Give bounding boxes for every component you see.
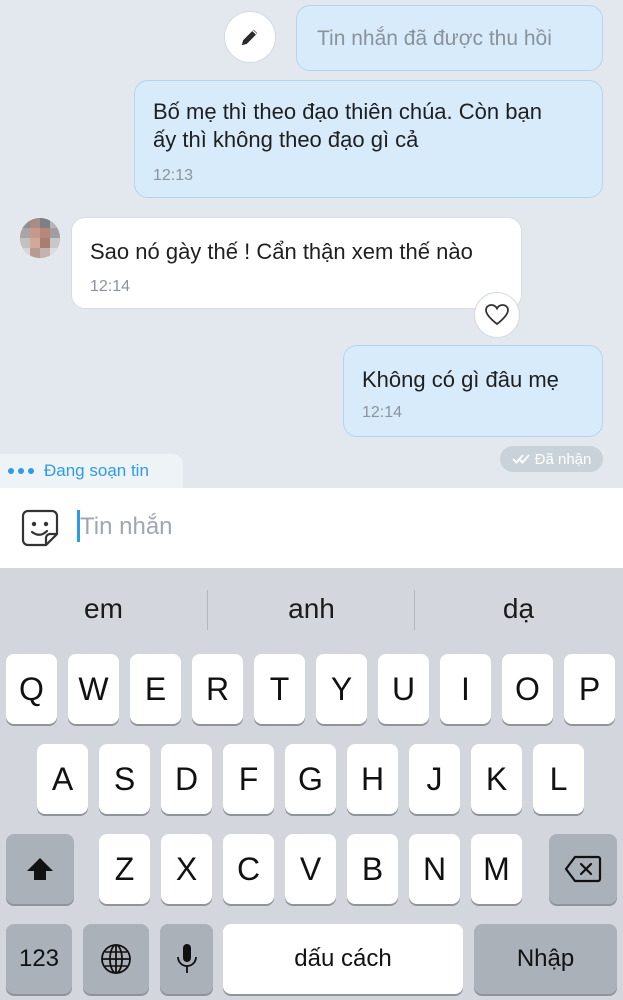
typing-dots-icon: [8, 468, 34, 474]
shift-icon: [27, 858, 53, 880]
avatar[interactable]: [20, 218, 60, 258]
edit-button[interactable]: [224, 11, 276, 63]
suggestion-item[interactable]: dạ: [415, 568, 622, 650]
microphone-icon: [176, 944, 197, 973]
globe-icon: [101, 944, 131, 974]
return-key[interactable]: Nhập: [474, 924, 617, 994]
message-text: Không có gì đâu mẹ: [362, 367, 559, 392]
key[interactable]: V: [285, 834, 336, 904]
message-text: Sao nó gày thế ! Cẩn thận xem thế nào: [90, 239, 473, 264]
suggestion-item[interactable]: anh: [208, 568, 415, 650]
space-key[interactable]: dấu cách: [223, 924, 463, 994]
typing-indicator: Đang soạn tin: [0, 454, 183, 488]
key[interactable]: A: [37, 744, 88, 814]
key[interactable]: N: [409, 834, 460, 904]
message-bubble[interactable]: Không có gì đâu mẹ 12:14: [343, 345, 603, 437]
key[interactable]: H: [347, 744, 398, 814]
recalled-text: Tin nhắn đã được thu hồi: [317, 27, 552, 50]
message-time: 12:14: [362, 404, 403, 421]
key[interactable]: T: [254, 654, 305, 724]
shift-key[interactable]: [6, 834, 74, 904]
key[interactable]: B: [347, 834, 398, 904]
key[interactable]: J: [409, 744, 460, 814]
message-time: 12:14: [90, 278, 131, 295]
keyboard: em anh dạ Q W E R T Y U I O P A S D F G …: [0, 568, 623, 1000]
typing-label: Đang soạn tin: [44, 461, 149, 480]
key[interactable]: S: [99, 744, 150, 814]
key[interactable]: F: [223, 744, 274, 814]
sticker-face-icon: [21, 509, 59, 547]
react-button[interactable]: [474, 292, 520, 338]
dictation-key[interactable]: [160, 924, 213, 994]
sticker-button[interactable]: [20, 508, 60, 548]
pencil-icon: [241, 29, 258, 46]
backspace-key[interactable]: [549, 834, 617, 904]
status-badge: Đã nhận: [500, 446, 603, 472]
key[interactable]: W: [68, 654, 119, 724]
key[interactable]: I: [440, 654, 491, 724]
suggestion-bar: em anh dạ: [0, 568, 623, 650]
key[interactable]: R: [192, 654, 243, 724]
backspace-icon: [564, 855, 602, 883]
suggestion-item[interactable]: em: [0, 568, 207, 650]
key[interactable]: C: [223, 834, 274, 904]
message-bubble[interactable]: Sao nó gày thế ! Cẩn thận xem thế nào 12…: [71, 217, 522, 309]
message-input[interactable]: [80, 508, 370, 546]
status-text: Đã nhận: [534, 450, 592, 468]
globe-key[interactable]: [83, 924, 149, 994]
key[interactable]: G: [285, 744, 336, 814]
key[interactable]: Z: [99, 834, 150, 904]
double-check-icon: [512, 454, 530, 464]
numbers-key[interactable]: 123: [6, 924, 72, 994]
key[interactable]: K: [471, 744, 522, 814]
message-bubble[interactable]: Bố mẹ thì theo đạo thiên chúa. Còn bạn ấ…: [134, 80, 603, 198]
message-text: Bố mẹ thì theo đạo thiên chúa. Còn bạn ấ…: [153, 99, 542, 152]
key[interactable]: Q: [6, 654, 57, 724]
key[interactable]: E: [130, 654, 181, 724]
key[interactable]: D: [161, 744, 212, 814]
key[interactable]: P: [564, 654, 615, 724]
message-time: 12:13: [153, 167, 194, 184]
heart-icon: [485, 304, 509, 326]
key[interactable]: Y: [316, 654, 367, 724]
key[interactable]: X: [161, 834, 212, 904]
recalled-message[interactable]: Tin nhắn đã được thu hồi: [296, 5, 603, 71]
key[interactable]: O: [502, 654, 553, 724]
key[interactable]: L: [533, 744, 584, 814]
key[interactable]: M: [471, 834, 522, 904]
key[interactable]: U: [378, 654, 429, 724]
chat-area: Tin nhắn đã được thu hồi Bố mẹ thì theo …: [0, 0, 623, 490]
